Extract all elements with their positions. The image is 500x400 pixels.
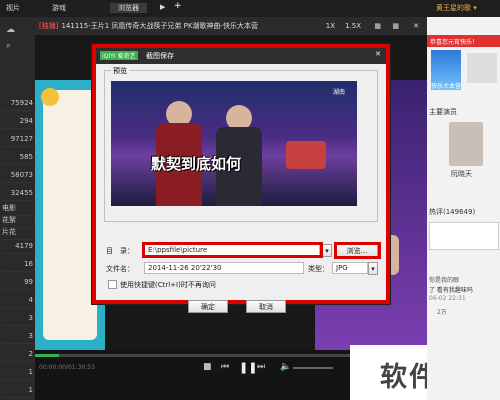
- preview-label: 预览: [111, 66, 129, 76]
- shortcut-label[interactable]: 使用快捷键(Ctrl+I)时不再询问: [120, 280, 216, 290]
- section-title: 主要演员: [429, 108, 457, 116]
- actor-name[interactable]: 阮晓天: [451, 169, 472, 179]
- browse-highlight: [334, 242, 381, 259]
- tab-video[interactable]: 视片: [6, 3, 20, 13]
- list-item[interactable]: 32455: [2, 186, 33, 201]
- promo-banner[interactable]: 恭喜您元宵快乐！: [427, 35, 500, 47]
- cloud-icon[interactable]: ☁: [6, 25, 15, 35]
- layout-icon[interactable]: ▦: [374, 22, 381, 30]
- time-readout: 00:00:00/01:30:53: [39, 364, 95, 371]
- tab-games[interactable]: 游戏: [52, 3, 66, 13]
- progress-fill: [35, 354, 59, 357]
- left-list: ☁ ⌕ 75924 294 97127 585 58073 32455 电影 花…: [0, 17, 35, 400]
- search-icon[interactable]: ⌕: [6, 41, 11, 51]
- close-icon[interactable]: ✕: [375, 50, 381, 58]
- like-count[interactable]: 2万: [437, 307, 447, 316]
- actor-avatar[interactable]: [449, 122, 483, 166]
- next-icon[interactable]: ⏭: [257, 362, 265, 372]
- type-label: 类型：: [308, 265, 329, 273]
- ok-button[interactable]: 确定: [188, 300, 228, 313]
- preview-group: 预览 湖南 默契到底如何: [104, 66, 378, 222]
- list-item[interactable]: 1: [2, 365, 33, 380]
- exclusive-tag: [独播]: [39, 22, 59, 30]
- cancel-button[interactable]: 取消: [246, 300, 286, 313]
- filename-label: 文件名：: [106, 265, 134, 273]
- promo-thumbnail-2[interactable]: [467, 53, 497, 83]
- save-screenshot-dialog: iQIYI 爱奇艺 截图保存 ✕ 预览 湖南 默契到底如何 目 录： E:\pp…: [92, 44, 390, 304]
- new-tab-button[interactable]: +: [174, 1, 182, 11]
- brand-logo: iQIYI 爱奇艺: [100, 51, 138, 60]
- dir-highlight: [142, 242, 323, 258]
- tab-browser[interactable]: 浏览器: [110, 3, 147, 13]
- list-item[interactable]: 片花: [2, 225, 33, 240]
- list-item[interactable]: 1: [2, 383, 33, 398]
- shortcut-checkbox[interactable]: [108, 280, 117, 289]
- list-item[interactable]: 2: [2, 347, 33, 362]
- dir-label: 目 录：: [106, 247, 134, 255]
- speed-1x-button[interactable]: 1X: [326, 22, 335, 30]
- filename-input[interactable]: 2014-11-26 20'22'30: [144, 262, 304, 274]
- list-item[interactable]: 294: [2, 114, 33, 129]
- dialog-title: 截图保存: [146, 52, 174, 60]
- comments-header[interactable]: 热评(149649): [429, 207, 475, 217]
- list-item[interactable]: 58073: [2, 168, 33, 183]
- video-title: 141115-王片1 凤凰传奇大战筷子兄弟 PK潮歌神曲-快乐大本营: [61, 22, 258, 30]
- list-item[interactable]: 4: [2, 293, 33, 308]
- tab-play-icon[interactable]: ▶: [160, 3, 165, 11]
- list-item[interactable]: 75924: [2, 96, 33, 111]
- top-tab-bar: 视片 游戏 浏览器 ▶ + 黄王星的歌 ▾: [0, 0, 500, 17]
- type-select[interactable]: JPG: [332, 262, 368, 274]
- comment-time: 06-02 22:31: [429, 295, 466, 302]
- previous-icon[interactable]: ⏮: [221, 362, 229, 372]
- list-item[interactable]: 585: [2, 150, 33, 165]
- type-dropdown-arrow[interactable]: ▾: [368, 262, 378, 275]
- list-item[interactable]: 4179: [2, 239, 33, 254]
- list-item[interactable]: 3: [2, 311, 33, 326]
- comment-user[interactable]: 你是我的眼: [429, 275, 459, 284]
- comment-input[interactable]: [429, 222, 499, 250]
- stop-icon[interactable]: ■: [203, 362, 212, 372]
- volume-icon[interactable]: 🔈: [280, 362, 291, 372]
- channel-logo: 湖南: [332, 89, 345, 96]
- list-item[interactable]: 99: [2, 275, 33, 290]
- preview-caption: 默契到底如何: [151, 155, 242, 173]
- comment-text: 了 看有我趣味吗: [429, 287, 473, 294]
- list-item[interactable]: 97127: [2, 132, 33, 147]
- dialog-titlebar: iQIYI 爱奇艺 截图保存 ✕: [96, 48, 386, 64]
- list-item[interactable]: 3: [2, 329, 33, 344]
- preview-image: 湖南 默契到底如何: [111, 81, 357, 206]
- close-icon[interactable]: ✕: [413, 22, 419, 30]
- window-icon[interactable]: ▦: [392, 22, 399, 30]
- promo-thumbnail[interactable]: 快乐大本营: [431, 50, 461, 90]
- right-panel: 恭喜您元宵快乐！ 快乐大本营 主要演员 阮晓天 热评(149649) 你是我的眼…: [427, 17, 500, 400]
- dir-dropdown-arrow[interactable]: ▾: [322, 244, 332, 257]
- volume-slider[interactable]: [293, 367, 333, 369]
- speed-15x-button[interactable]: 1.5X: [345, 22, 361, 30]
- user-menu[interactable]: 黄王星的歌 ▾: [436, 3, 477, 13]
- video-title-bar: [独播] 141115-王片1 凤凰传奇大战筷子兄弟 PK潮歌神曲-快乐大本营 …: [35, 17, 427, 35]
- pause-icon[interactable]: ❚❚: [239, 361, 257, 374]
- list-item[interactable]: 16: [2, 257, 33, 272]
